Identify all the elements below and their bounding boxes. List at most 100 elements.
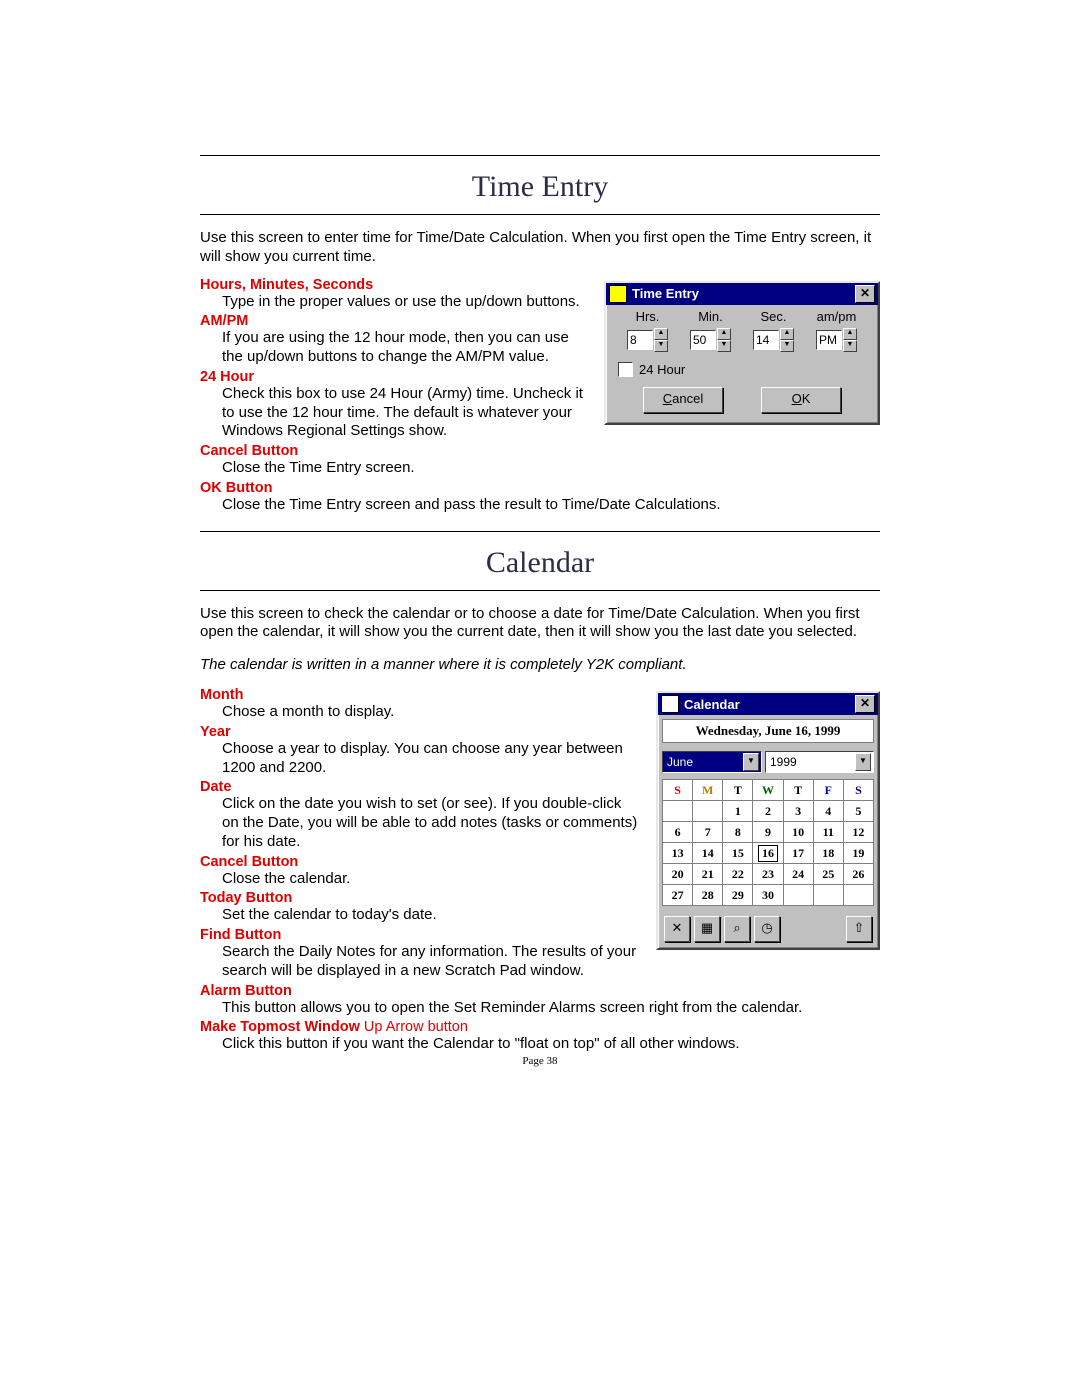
calendar-day[interactable]: 24 bbox=[783, 864, 813, 885]
calendar-day[interactable]: 16 bbox=[753, 843, 783, 864]
calendar-window: Calendar ✕ Wednesday, June 16, 1999 June… bbox=[656, 691, 880, 950]
time-entry-app-icon bbox=[609, 285, 627, 303]
alarm-button[interactable]: ◷ bbox=[754, 916, 780, 942]
year-select[interactable]: 1999▼ bbox=[765, 751, 874, 773]
ampm-input[interactable]: PM bbox=[816, 330, 842, 350]
cancel-button[interactable]: ✕ bbox=[664, 916, 690, 942]
calendar-day[interactable]: 8 bbox=[723, 822, 753, 843]
calendar-day[interactable]: 1 bbox=[723, 801, 753, 822]
term-alarm: Alarm Button bbox=[200, 983, 880, 999]
section-title-calendar: Calendar bbox=[200, 546, 880, 580]
chevron-up-icon[interactable]: ▲ bbox=[717, 328, 731, 340]
min-spinner[interactable]: ▲▼ bbox=[717, 328, 731, 352]
dow-header: T bbox=[723, 780, 753, 801]
calendar-day[interactable]: 18 bbox=[813, 843, 843, 864]
calendar-day bbox=[843, 885, 873, 906]
calendar-app-icon bbox=[661, 695, 679, 713]
today-button[interactable]: ▦ bbox=[694, 916, 720, 942]
chevron-down-icon[interactable]: ▼ bbox=[717, 340, 731, 352]
sec-label: Sec. bbox=[742, 309, 805, 324]
calendar-grid: SMTWTFS123456789101112131415161718192021… bbox=[662, 779, 874, 906]
calendar-day[interactable]: 26 bbox=[843, 864, 873, 885]
time-entry-window: Time Entry ✕ Hrs. Min. Sec. am/pm 8 ▲▼ 5… bbox=[604, 281, 880, 425]
term-ok: OK Button bbox=[200, 480, 880, 496]
calendar-day[interactable]: 22 bbox=[723, 864, 753, 885]
calendar-day[interactable]: 20 bbox=[663, 864, 693, 885]
time-entry-title: Time Entry bbox=[632, 286, 699, 301]
cancel-button[interactable]: Cancel bbox=[643, 387, 723, 413]
term-topmost: Make Topmost Window Up Arrow button bbox=[200, 1019, 880, 1035]
calendar-note: The calendar is written in a manner wher… bbox=[200, 656, 880, 673]
calendar-intro: Use this screen to check the calendar or… bbox=[200, 605, 880, 643]
calendar-day bbox=[693, 801, 723, 822]
24hour-label: 24 Hour bbox=[639, 362, 685, 377]
dow-header: S bbox=[843, 780, 873, 801]
dow-header: M bbox=[693, 780, 723, 801]
calendar-day[interactable]: 15 bbox=[723, 843, 753, 864]
calendar-day[interactable]: 12 bbox=[843, 822, 873, 843]
chevron-down-icon[interactable]: ▼ bbox=[654, 340, 668, 352]
find-button[interactable]: ⌕ bbox=[724, 916, 750, 942]
calendar-day[interactable]: 7 bbox=[693, 822, 723, 843]
chevron-down-icon[interactable]: ▼ bbox=[780, 340, 794, 352]
def-topmost: Click this button if you want the Calend… bbox=[222, 1035, 880, 1054]
def-alarm: This button allows you to open the Set R… bbox=[222, 999, 880, 1018]
calendar-titlebar: Calendar ✕ bbox=[658, 693, 878, 715]
dow-header: F bbox=[813, 780, 843, 801]
calendar-day bbox=[783, 885, 813, 906]
min-input[interactable]: 50 bbox=[690, 330, 716, 350]
def-cancel: Close the Time Entry screen. bbox=[222, 459, 880, 478]
ok-button[interactable]: OK bbox=[761, 387, 841, 413]
chevron-up-icon[interactable]: ▲ bbox=[780, 328, 794, 340]
calendar-day[interactable]: 5 bbox=[843, 801, 873, 822]
calendar-title: Calendar bbox=[684, 697, 740, 712]
sec-spinner[interactable]: ▲▼ bbox=[780, 328, 794, 352]
dow-header: W bbox=[753, 780, 783, 801]
term-cancel: Cancel Button bbox=[200, 443, 880, 459]
calendar-day bbox=[813, 885, 843, 906]
calendar-day[interactable]: 30 bbox=[753, 885, 783, 906]
chevron-up-icon[interactable]: ▲ bbox=[654, 328, 668, 340]
calendar-day[interactable]: 23 bbox=[753, 864, 783, 885]
time-entry-titlebar: Time Entry ✕ bbox=[606, 283, 878, 305]
calendar-day[interactable]: 25 bbox=[813, 864, 843, 885]
calendar-day[interactable]: 27 bbox=[663, 885, 693, 906]
calendar-day[interactable]: 6 bbox=[663, 822, 693, 843]
hrs-input[interactable]: 8 bbox=[627, 330, 653, 350]
page-number: Page 38 bbox=[0, 1055, 1080, 1067]
24hour-checkbox[interactable] bbox=[618, 362, 633, 377]
calendar-day[interactable]: 17 bbox=[783, 843, 813, 864]
sec-input[interactable]: 14 bbox=[753, 330, 779, 350]
close-icon[interactable]: ✕ bbox=[855, 695, 875, 713]
chevron-up-icon[interactable]: ▲ bbox=[843, 328, 857, 340]
chevron-down-icon[interactable]: ▼ bbox=[855, 753, 871, 771]
make-topmost-button[interactable]: ⇧ bbox=[846, 916, 872, 942]
calendar-day[interactable]: 13 bbox=[663, 843, 693, 864]
section-title-time-entry: Time Entry bbox=[200, 170, 880, 204]
calendar-day[interactable]: 19 bbox=[843, 843, 873, 864]
calendar-date-label: Wednesday, June 16, 1999 bbox=[662, 719, 874, 743]
chevron-down-icon[interactable]: ▼ bbox=[843, 340, 857, 352]
calendar-day[interactable]: 9 bbox=[753, 822, 783, 843]
calendar-day[interactable]: 28 bbox=[693, 885, 723, 906]
chevron-down-icon[interactable]: ▼ bbox=[743, 753, 759, 771]
calendar-day[interactable]: 3 bbox=[783, 801, 813, 822]
month-select[interactable]: June▼ bbox=[662, 751, 762, 773]
ampm-label: am/pm bbox=[805, 309, 868, 324]
dow-header: S bbox=[663, 780, 693, 801]
calendar-day[interactable]: 21 bbox=[693, 864, 723, 885]
calendar-day[interactable]: 14 bbox=[693, 843, 723, 864]
close-icon[interactable]: ✕ bbox=[855, 285, 875, 303]
def-ok: Close the Time Entry screen and pass the… bbox=[222, 496, 880, 515]
hrs-label: Hrs. bbox=[616, 309, 679, 324]
calendar-day[interactable]: 2 bbox=[753, 801, 783, 822]
dow-header: T bbox=[783, 780, 813, 801]
calendar-day[interactable]: 29 bbox=[723, 885, 753, 906]
ampm-spinner[interactable]: ▲▼ bbox=[843, 328, 857, 352]
min-label: Min. bbox=[679, 309, 742, 324]
calendar-day[interactable]: 11 bbox=[813, 822, 843, 843]
calendar-day[interactable]: 4 bbox=[813, 801, 843, 822]
calendar-day[interactable]: 10 bbox=[783, 822, 813, 843]
hrs-spinner[interactable]: ▲▼ bbox=[654, 328, 668, 352]
time-entry-intro: Use this screen to enter time for Time/D… bbox=[200, 229, 880, 267]
